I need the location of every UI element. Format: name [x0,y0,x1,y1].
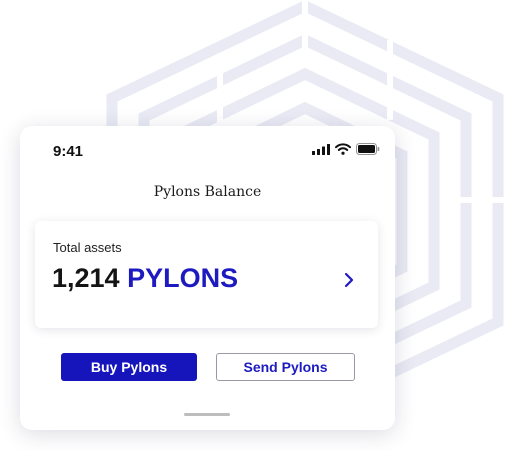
status-icons [312,143,380,155]
balance-number: 1,214 [52,263,120,293]
page-title: Pylons Balance [153,184,262,200]
balance-unit: PYLONS [127,263,239,293]
status-time: 9:41 [53,143,84,160]
home-indicator [184,413,230,416]
total-assets-label: Total assets [53,240,122,255]
buy-pylons-button[interactable]: Buy Pylons [61,353,197,381]
balance-card[interactable]: Total assets 1,214 PYLONS [35,221,378,328]
phone-screen: 9:41 Pylons Balance Total assets 1,214 P… [20,126,395,430]
battery-icon [356,143,380,155]
wifi-icon [335,143,351,155]
chevron-right-icon[interactable] [342,270,356,290]
send-pylons-button[interactable]: Send Pylons [216,353,355,381]
balance-amount: 1,214 PYLONS [52,263,238,294]
signal-icon [312,143,330,155]
